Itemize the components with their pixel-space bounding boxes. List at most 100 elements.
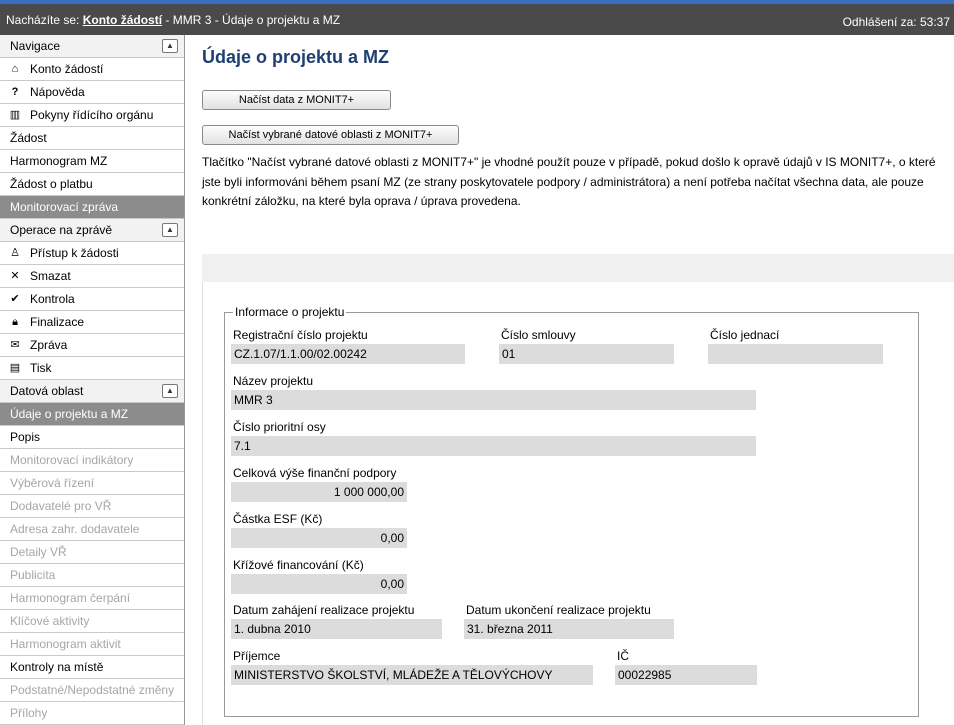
sidebar-item-label: Harmonogram aktivit (10, 637, 121, 651)
esf-amount-label: Částka ESF (Kč) (233, 512, 323, 526)
start-date-field[interactable]: 1. dubna 2010 (231, 619, 442, 639)
project-info-fieldset: Informace o projektu Registrační číslo p… (224, 305, 919, 717)
sidebar-item-kontrola[interactable]: ✔ Kontrola (0, 288, 184, 311)
sidebar-item-udaje-o-projektu[interactable]: Údaje o projektu a MZ (0, 403, 184, 426)
sidebar-item-label: Žádost (10, 131, 47, 145)
sidebar-item-monitorovaci-zprava[interactable]: Monitorovací zpráva (0, 196, 184, 219)
sidebar-section-label: Datová oblast (10, 384, 84, 398)
end-date-field[interactable]: 31. března 2011 (464, 619, 674, 639)
sidebar-item-label: Přístup k žádosti (30, 246, 119, 260)
sidebar-item-label: Monitorovací zpráva (10, 200, 119, 214)
delete-icon: ✕ (10, 270, 20, 282)
priority-axis-label: Číslo prioritní osy (233, 420, 326, 434)
sidebar-item-label: Publicita (10, 568, 56, 582)
recipient-field[interactable]: MINISTERSTVO ŠKOLSTVÍ, MLÁDEŽE A TĚLOVÝC… (231, 665, 593, 685)
sidebar-item-zadost-o-platbu[interactable]: Žádost o platbu (0, 173, 184, 196)
ic-field[interactable]: 00022985 (615, 665, 757, 685)
sidebar-item-label: Podstatné/Nepodstatné změny (10, 683, 175, 697)
sidebar-item-label: Údaje o projektu a MZ (10, 407, 129, 421)
sidebar-item-harmonogram-cerpani: Harmonogram čerpání (0, 587, 184, 610)
sidebar-item-zadost[interactable]: Žádost (0, 127, 184, 150)
sidebar-item-label: Nápověda (30, 85, 85, 99)
sidebar-item-zmeny: Podstatné/Nepodstatné změny (0, 679, 184, 702)
sidebar-item-label: Výběrová řízení (10, 476, 95, 490)
sidebar-item-label: Zpráva (30, 338, 68, 352)
ref-number-field[interactable] (708, 344, 883, 364)
sidebar-section-label: Navigace (10, 39, 61, 53)
esf-amount-field[interactable]: 0,00 (231, 528, 407, 548)
load-monit-button[interactable]: Načíst data z MONIT7+ (202, 90, 391, 110)
sidebar-item-dodavatele: Dodavatelé pro VŘ (0, 495, 184, 518)
sidebar-section-operace: Operace na zprávě ▲ (0, 219, 184, 242)
project-name-field[interactable]: MMR 3 (231, 390, 756, 410)
sidebar-item-detaily-vr: Detaily VŘ (0, 541, 184, 564)
project-name-label: Název projektu (233, 374, 314, 388)
sidebar-item-smazat[interactable]: ✕ Smazat (0, 265, 184, 288)
sidebar-item-kontroly-na-miste[interactable]: Kontroly na místě (0, 656, 184, 679)
sidebar-item-vyberova-rizeni: Výběrová řízení (0, 472, 184, 495)
sidebar-item-harmonogram-aktivit: Harmonogram aktivit (0, 633, 184, 656)
contract-number-label: Číslo smlouvy (501, 328, 576, 342)
ic-label: IČ (617, 649, 629, 663)
sidebar-item-zprava[interactable]: ✉ Zpráva (0, 334, 184, 357)
sidebar-item-label: Detaily VŘ (10, 545, 67, 559)
logout-timer-value: 53:37 (919, 15, 950, 29)
sidebar-item-label: Smazat (30, 269, 71, 283)
end-date-label: Datum ukončení realizace projektu (466, 603, 651, 617)
sidebar-item-label: Žádost o platbu (10, 177, 93, 191)
collapse-icon[interactable]: ▲ (162, 223, 178, 237)
logout-timer: Odhlášení za: 53:37 (843, 15, 950, 29)
total-support-label: Celková výše finanční podpory (233, 466, 397, 480)
sidebar-item-publicita: Publicita (0, 564, 184, 587)
sidebar-item-harmonogram-mz[interactable]: Harmonogram MZ (0, 150, 184, 173)
sidebar-item-pristup[interactable]: ♙ Přístup k žádosti (0, 242, 184, 265)
cross-financing-field[interactable]: 0,00 (231, 574, 407, 594)
total-support-field[interactable]: 1 000 000,00 (231, 482, 407, 502)
load-selected-monit-button[interactable]: Načíst vybrané datové oblasti z MONIT7+ (202, 125, 459, 145)
sidebar-item-label: Finalizace (30, 315, 85, 329)
sidebar-item-label: Adresa zahr. dodavatele (10, 522, 140, 536)
sidebar-section-navigace: Navigace ▲ (0, 35, 184, 58)
sidebar-item-label: Dodavatelé pro VŘ (10, 499, 112, 513)
collapse-icon[interactable]: ▲ (162, 39, 178, 53)
book-icon: ▥ (9, 109, 21, 121)
fieldset-legend: Informace o projektu (233, 305, 347, 319)
collapse-icon[interactable]: ▲ (162, 384, 178, 398)
sidebar-section-label: Operace na zprávě (10, 223, 113, 237)
page-title: Údaje o projektu a MZ (202, 47, 390, 67)
sidebar-item-tisk[interactable]: ▤ Tisk (0, 357, 184, 380)
priority-axis-field[interactable]: 7.1 (231, 436, 756, 456)
logout-timer-label: Odhlášení za: (842, 15, 917, 29)
reg-number-label: Registrační číslo projektu (233, 328, 368, 342)
sidebar-item-label: Kontrola (30, 292, 75, 306)
sidebar-item-label: Konto žádostí (30, 62, 104, 76)
breadcrumb-rest: - MMR 3 - Údaje o projektu a MZ (165, 13, 341, 27)
sidebar-item-label: Monitorovací indikátory (10, 453, 134, 467)
sidebar-item-label: Kontroly na místě (10, 660, 104, 674)
start-date-label: Datum zahájení realizace projektu (233, 603, 415, 617)
sidebar-item-label: Přílohy (10, 706, 48, 720)
main-content: Údaje o projektu a MZ Načíst data z MONI… (185, 35, 954, 725)
recipient-label: Příjemce (233, 649, 281, 663)
sidebar-item-monitorovaci-indikatory: Monitorovací indikátory (0, 449, 184, 472)
contract-number-field[interactable]: 01 (499, 344, 674, 364)
sidebar-item-label: Tisk (30, 361, 52, 375)
sidebar-item-pokyny[interactable]: ▥ Pokyny řídícího orgánu (0, 104, 184, 127)
user-icon: ♙ (10, 247, 20, 259)
sidebar-item-popis[interactable]: Popis (0, 426, 184, 449)
sidebar-item-label: Popis (10, 430, 41, 444)
reg-number-field[interactable]: CZ.1.07/1.1.00/02.00242 (231, 344, 465, 364)
sidebar-item-konto[interactable]: ⌂ Konto žádostí (0, 58, 184, 81)
lock-icon: 🔒︎ (12, 316, 18, 328)
check-icon: ✔ (10, 293, 20, 305)
breadcrumb-prefix: Nacházíte se: (6, 13, 80, 27)
sidebar-item-finalizace[interactable]: 🔒︎ Finalizace (0, 311, 184, 334)
print-icon: ▤ (9, 362, 21, 374)
breadcrumb-link-konto[interactable]: Konto žádostí (83, 13, 162, 27)
sidebar-item-label: Pokyny řídícího orgánu (30, 108, 154, 122)
top-header-bar: Nacházíte se: Konto žádostí - MMR 3 - Úd… (0, 4, 954, 35)
sidebar-section-datova-oblast: Datová oblast ▲ (0, 380, 184, 403)
sidebar: Navigace ▲ ⌂ Konto žádostí ? Nápověda ▥ … (0, 35, 185, 725)
sidebar-item-napoveda[interactable]: ? Nápověda (0, 81, 184, 104)
sidebar-item-label: Harmonogram čerpání (10, 591, 131, 605)
